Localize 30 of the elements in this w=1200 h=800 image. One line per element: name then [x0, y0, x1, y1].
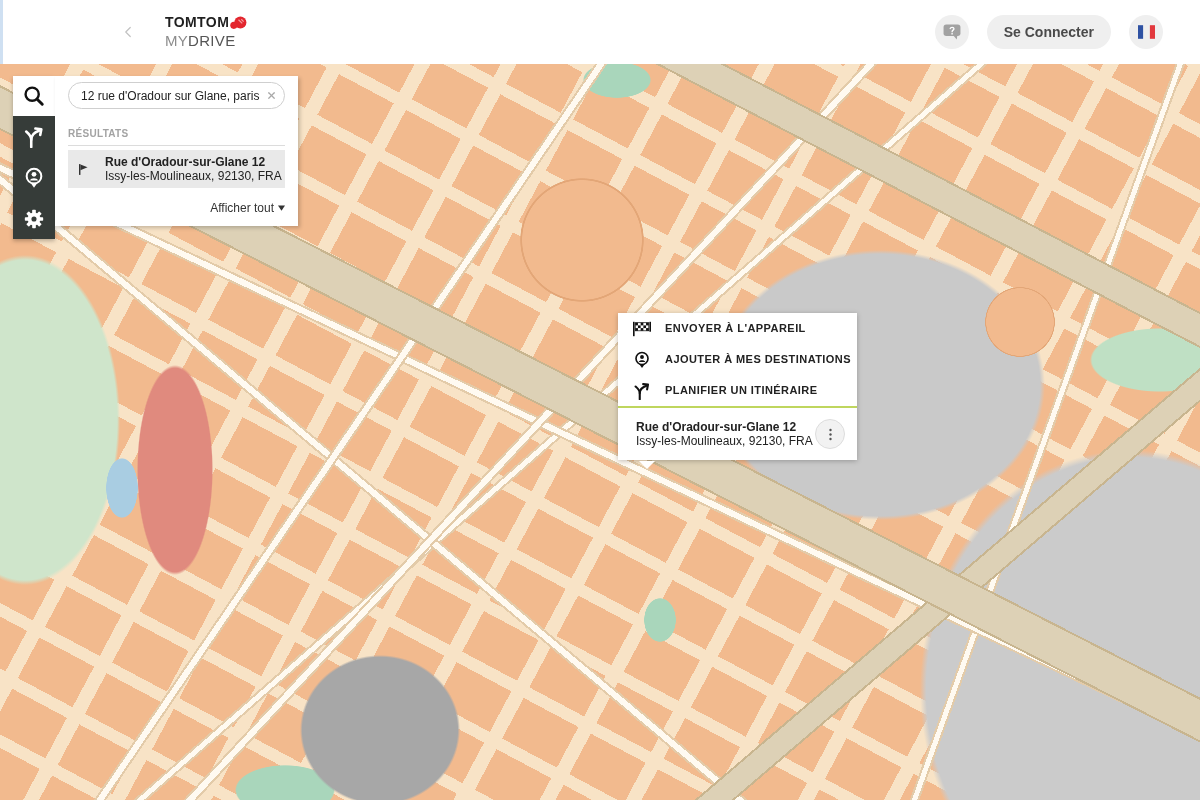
results-heading: RÉSULTATS: [68, 128, 129, 140]
vertical-dots-icon: [828, 427, 832, 441]
action-menu-item[interactable]: AJOUTER À MES DESTINATIONS: [618, 344, 857, 375]
login-button[interactable]: Se Connecter: [986, 15, 1111, 49]
flag-icon: [79, 163, 88, 175]
place-title: Rue d'Oradour-sur-Glane 12: [636, 420, 798, 434]
settings-tab[interactable]: [13, 198, 55, 239]
route-fork-icon: [633, 381, 651, 400]
show-all-button[interactable]: Afficher tout: [210, 201, 285, 215]
route-tab[interactable]: [13, 116, 55, 157]
french-flag-icon: [1137, 25, 1155, 39]
action-menu-item[interactable]: PLANIFIER UN ITINÉRAIRE: [618, 375, 857, 406]
place-address: Issy-les-Moulineaux, 92130, FRA: [636, 434, 813, 448]
product-name: MYDRIVE: [165, 32, 236, 49]
settings-icon: [23, 207, 45, 230]
help-icon: [942, 24, 961, 40]
checkered-flag-icon: [633, 319, 651, 338]
help-button[interactable]: [934, 15, 969, 49]
action-menu-item[interactable]: ENVOYER À L'APPAREIL: [618, 313, 857, 344]
search-tab[interactable]: [13, 76, 55, 116]
language-button[interactable]: [1129, 15, 1163, 49]
person-pin-icon: [633, 350, 651, 369]
close-icon: [265, 90, 277, 101]
logo-mark-icon: [230, 16, 248, 30]
search-result[interactable]: Rue d'Oradour-sur-Glane 12 Issy-les-Moulineaux, 92130, FRA: [68, 150, 285, 188]
route-fork-icon: [23, 125, 45, 148]
person-pin-icon: [23, 166, 45, 189]
search-icon: [23, 85, 45, 107]
brand-name: TOMTOM: [165, 15, 230, 29]
caret-down-icon: [278, 205, 285, 211]
